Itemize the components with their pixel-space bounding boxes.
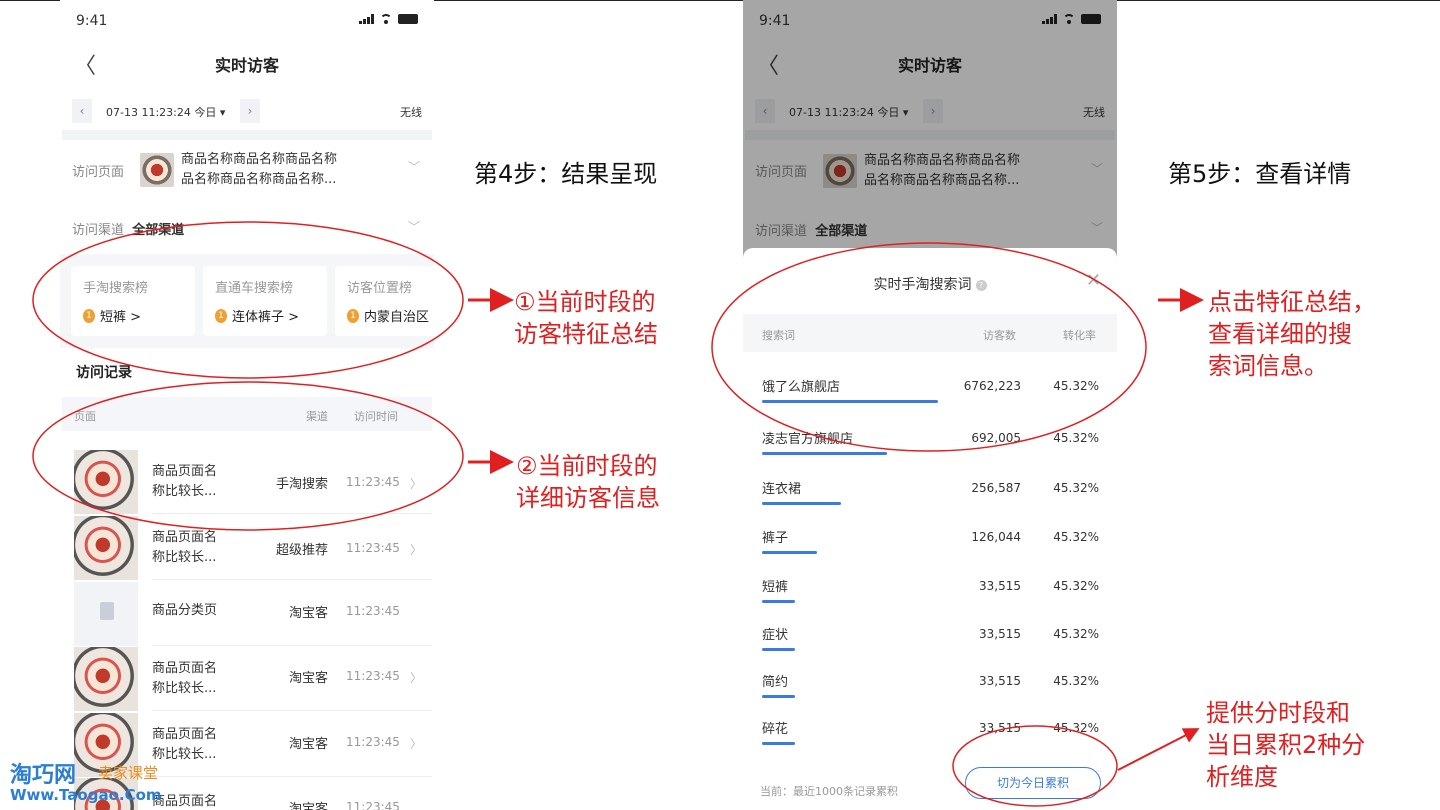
highlight-ellipse-details	[32, 381, 464, 531]
annotation-overlay	[32, 221, 1204, 807]
highlight-ellipse-search-sheet	[711, 242, 1147, 452]
watermark-tag: 卖家课堂	[98, 764, 159, 782]
watermark-url: Www.Taogao.Com	[10, 786, 162, 804]
watermark-logo: 淘巧网	[10, 763, 77, 788]
highlight-ellipse-summary	[32, 221, 464, 379]
highlight-ellipse-switch	[952, 725, 1118, 807]
arrow-switch	[1117, 728, 1200, 771]
